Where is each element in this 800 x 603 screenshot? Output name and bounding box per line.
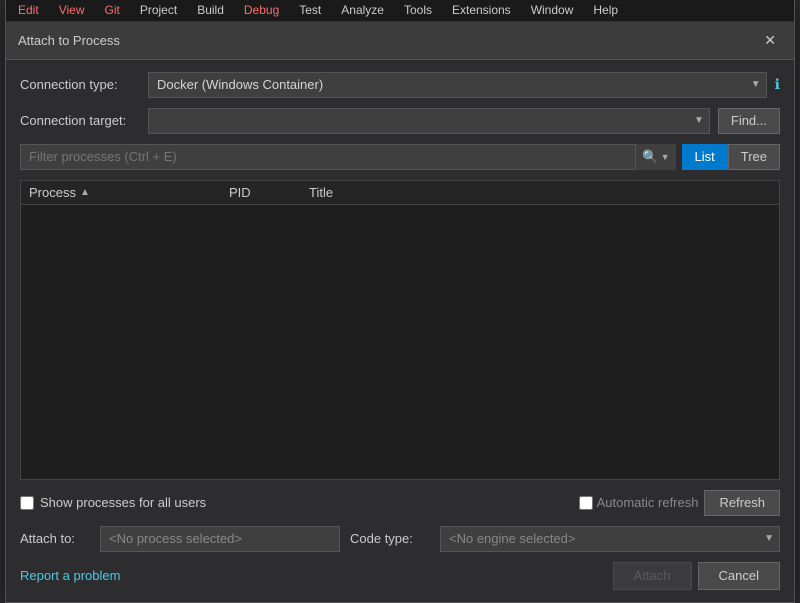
action-buttons: Attach Cancel [613,562,780,590]
connection-target-select[interactable] [148,108,710,134]
report-row: Report a problem Attach Cancel [20,562,780,590]
auto-refresh-label: Automatic refresh [597,495,699,510]
menu-edit[interactable]: Edit [14,1,43,19]
table-body[interactable] [21,205,779,479]
find-button[interactable]: Find... [718,108,780,134]
search-icon: 🔍 [642,149,658,165]
list-view-button[interactable]: List [682,144,728,170]
menu-build[interactable]: Build [193,1,228,19]
filter-input[interactable] [20,144,676,170]
menu-help[interactable]: Help [589,1,622,19]
menu-git[interactable]: Git [100,1,123,19]
refresh-button[interactable]: Refresh [704,490,780,516]
menu-analyze[interactable]: Analyze [337,1,388,19]
tree-view-button[interactable]: Tree [728,144,780,170]
menu-bar: Edit View Git Project Build Debug Test A… [6,0,794,22]
show-all-row: Show processes for all users Automatic r… [20,490,780,516]
column-title: Title [301,185,779,200]
menu-test[interactable]: Test [295,1,325,19]
search-dropdown-arrow-icon: ▼ [661,152,670,162]
connection-target-label: Connection target: [20,113,140,128]
menu-tools[interactable]: Tools [400,1,436,19]
connection-type-row: Connection type: Docker (Windows Contain… [20,72,780,98]
filter-input-wrapper: 🔍 ▼ [20,144,676,170]
attach-to-value: <No process selected> [100,526,340,552]
attach-to-process-dialog: Edit View Git Project Build Debug Test A… [5,0,795,603]
show-all-checkbox-wrapper[interactable]: Show processes for all users [20,495,206,510]
bottom-section: Show processes for all users Automatic r… [20,490,780,590]
code-type-wrapper: <No engine selected> Managed (.NET Core)… [440,526,780,552]
info-icon[interactable]: ℹ [775,76,780,93]
view-buttons: List Tree [682,144,780,170]
show-all-checkbox[interactable] [20,496,34,510]
code-type-label: Code type: [350,531,430,546]
menu-window[interactable]: Window [527,1,578,19]
connection-type-label: Connection type: [20,77,140,92]
auto-refresh-checkbox[interactable] [579,496,593,510]
column-process[interactable]: Process ▲ [21,185,221,200]
report-problem-link[interactable]: Report a problem [20,568,120,583]
menu-debug[interactable]: Debug [240,1,283,19]
search-button[interactable]: 🔍 ▼ [635,144,675,170]
auto-refresh-checkbox-wrapper[interactable]: Automatic refresh [579,495,699,510]
title-bar: Attach to Process ✕ [6,22,794,60]
connection-target-row: Connection target: ▼ Find... [20,108,780,134]
column-pid[interactable]: PID [221,185,301,200]
connection-type-select[interactable]: Docker (Windows Container) Local Remote [148,72,767,98]
attach-to-label: Attach to: [20,531,90,546]
sort-asc-icon: ▲ [80,187,90,198]
auto-refresh-area: Automatic refresh Refresh [579,490,780,516]
connection-type-wrapper: Docker (Windows Container) Local Remote … [148,72,767,98]
attach-button[interactable]: Attach [613,562,692,590]
attach-to-row: Attach to: <No process selected> Code ty… [20,526,780,552]
dialog-title: Attach to Process [18,33,120,48]
menu-project[interactable]: Project [136,1,181,19]
close-button[interactable]: ✕ [758,30,782,51]
connection-target-wrapper: ▼ [148,108,710,134]
search-icon-area: 🔍 ▼ [635,144,675,170]
process-table: Process ▲ PID Title [20,180,780,480]
menu-view[interactable]: View [55,1,89,19]
show-all-label: Show processes for all users [40,495,206,510]
column-process-label: Process [29,185,76,200]
filter-row: 🔍 ▼ List Tree [20,144,780,170]
table-header: Process ▲ PID Title [21,181,779,205]
code-type-select[interactable]: <No engine selected> Managed (.NET Core)… [440,526,780,552]
dialog-body: Connection type: Docker (Windows Contain… [6,60,794,602]
cancel-button[interactable]: Cancel [698,562,780,590]
menu-extensions[interactable]: Extensions [448,1,515,19]
